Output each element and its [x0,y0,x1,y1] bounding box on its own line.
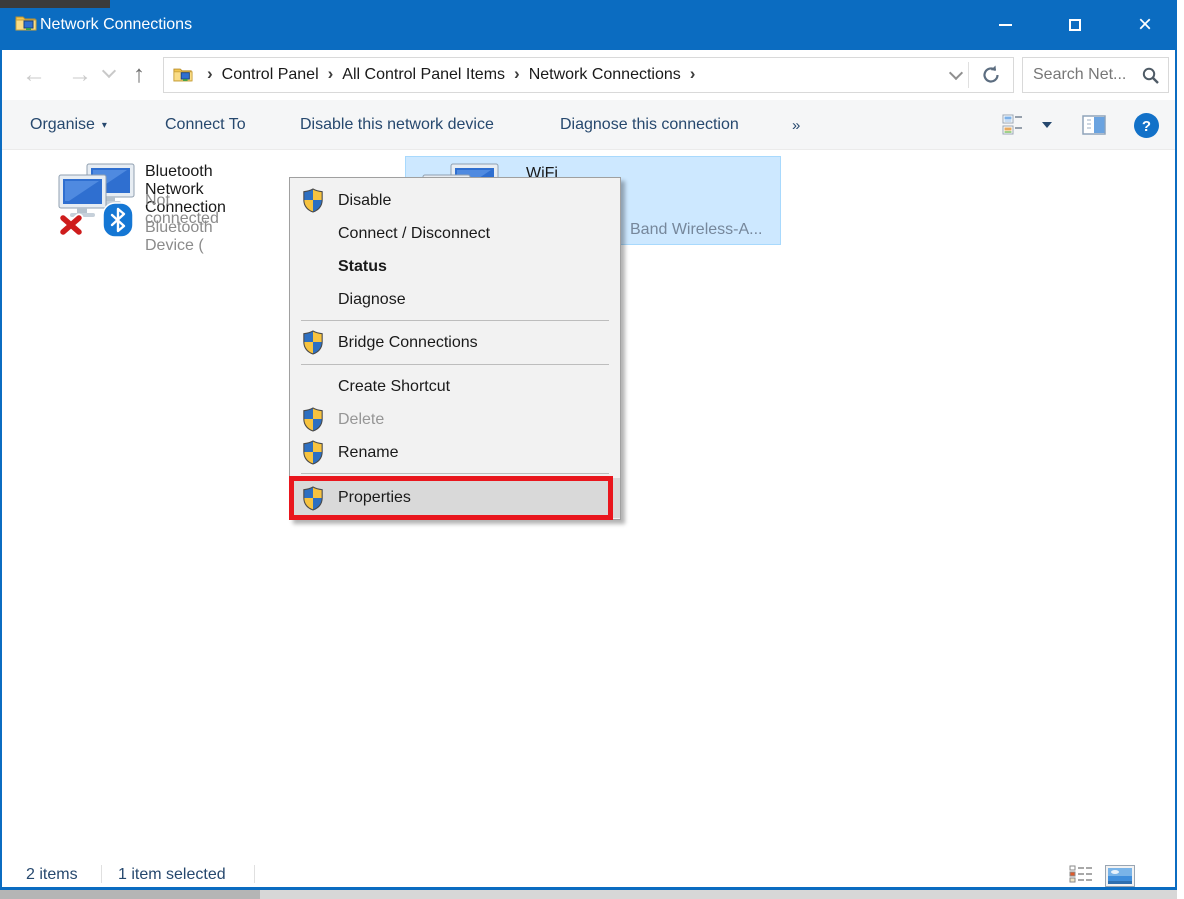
menu-label-delete: Delete [338,411,384,429]
uac-shield-icon [302,188,324,218]
thumbnail-view-icon [1105,865,1135,887]
search-input[interactable] [1033,61,1141,89]
folder-icon [173,66,193,88]
preview-pane-icon [1082,115,1106,135]
back-icon[interactable]: ← [22,60,46,90]
menu-item-rename[interactable]: Rename [290,436,620,469]
change-view-icon [1002,114,1024,136]
breadcrumb-chevron-icon: › [198,64,222,84]
search-icon[interactable] [1141,66,1160,90]
bluetooth-device: Bluetooth Device ( [145,219,213,255]
menu-item-bridge-connections[interactable]: Bridge Connections [290,326,620,359]
menu-label-diagnose: Diagnose [338,291,406,309]
breadcrumb-chevron-icon: › [319,64,343,84]
status-divider [101,865,102,883]
menu-item-create-shortcut[interactable]: Create Shortcut [290,370,620,403]
menu-label-properties: Properties [338,489,411,507]
window-border [1175,0,1177,890]
svg-text:?: ? [1142,118,1151,135]
minimize-button[interactable] [976,0,1034,50]
help-icon: ? [1133,112,1160,139]
menu-label-status: Status [338,258,387,276]
menu-item-disable[interactable]: Disable [290,184,620,217]
chevron-down-icon: ▾ [102,120,107,131]
menu-separator [301,320,609,321]
title-bar: Network Connections × [0,0,1177,50]
diagnose-connection-button[interactable]: Diagnose this connection [560,100,739,150]
breadcrumb-chevron-icon: › [505,64,529,84]
search-box[interactable] [1022,57,1169,93]
up-icon[interactable]: ↑ [133,60,145,90]
window-title: Network Connections [40,16,192,34]
status-bar: 2 items 1 item selected [2,863,1175,887]
address-divider [968,62,969,88]
network-connections-window: Network Connections × ← → ↑ [0,0,1177,890]
minimize-icon [999,24,1012,26]
menu-separator [301,364,609,365]
screen: Network Connections × ← → ↑ [0,0,1184,899]
breadcrumb-network-connections[interactable]: Network Connections [529,66,681,84]
menu-label-create-shortcut: Create Shortcut [338,378,450,396]
menu-label-disable: Disable [338,192,391,210]
more-commands-label: » [792,117,800,134]
organise-label: Organise [30,116,95,134]
chevron-down-icon[interactable] [1042,122,1052,128]
context-menu: Disable Connect / Disconnect Status Diag… [289,177,621,520]
preview-pane-button[interactable] [1082,100,1106,150]
command-toolbar: Organise ▾ Connect To Disable this netwo… [2,100,1175,150]
menu-separator [301,473,609,474]
uac-shield-icon [302,407,324,437]
disable-device-label: Disable this network device [300,116,494,134]
selected-count: 1 item selected [118,866,226,884]
diagnose-connection-label: Diagnose this connection [560,116,739,134]
address-box[interactable]: › Control Panel › All Control Panel Item… [163,57,1014,93]
menu-label-rename: Rename [338,444,398,462]
maximize-button[interactable] [1046,0,1104,50]
close-button[interactable]: × [1116,0,1174,50]
breadcrumb: › Control Panel › All Control Panel Item… [198,58,704,92]
menu-label-connect-disconnect: Connect / Disconnect [338,225,490,243]
history-chevron-icon[interactable] [104,68,114,78]
help-button[interactable]: ? [1133,100,1160,150]
details-view-icon [1069,865,1093,884]
disable-device-button[interactable]: Disable this network device [300,100,494,150]
network-folder-icon [15,14,37,37]
address-bar: ← → ↑ › Control Panel › All Cont [2,50,1175,100]
uac-shield-icon [302,330,324,360]
background-window-edge [0,0,110,8]
status-divider [254,865,255,883]
background-strip [0,890,260,899]
forward-icon[interactable]: → [68,60,92,90]
bluetooth-connection-icon [57,163,139,244]
more-commands-button[interactable]: » [792,100,800,150]
menu-item-diagnose[interactable]: Diagnose [290,283,620,316]
wifi-device: Band Wireless-A... [630,221,762,239]
breadcrumb-chevron-icon: › [681,64,705,84]
organise-button[interactable]: Organise ▾ [30,100,107,150]
uac-shield-icon [302,486,324,516]
change-view-button[interactable] [1002,100,1024,150]
dropdown-chevron-icon[interactable] [951,70,961,80]
refresh-icon[interactable] [979,63,1003,92]
connect-to-label: Connect To [165,116,246,134]
window-border [0,50,2,890]
menu-item-properties[interactable]: Properties [290,478,620,518]
uac-shield-icon [302,440,324,470]
breadcrumb-all-items[interactable]: All Control Panel Items [342,66,505,84]
menu-label-bridge-connections: Bridge Connections [338,334,478,352]
menu-item-delete[interactable]: Delete [290,403,620,436]
breadcrumb-control-panel[interactable]: Control Panel [222,66,319,84]
maximize-icon [1069,19,1081,31]
menu-item-connect-disconnect[interactable]: Connect / Disconnect [290,217,620,250]
connect-to-button[interactable]: Connect To [165,100,246,150]
menu-item-status[interactable]: Status [290,250,620,283]
items-count: 2 items [26,866,78,884]
close-icon: × [1138,13,1152,37]
background-strip [260,890,1177,899]
